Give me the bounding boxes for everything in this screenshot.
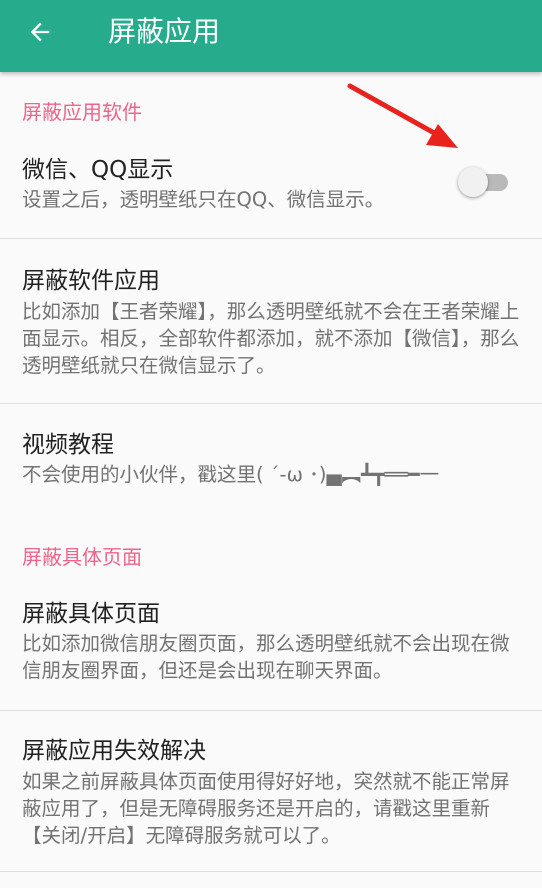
pref-title: 屏蔽应用失效解决 bbox=[22, 738, 206, 764]
page-title: 屏蔽应用 bbox=[108, 15, 221, 48]
pref-summary: 比如添加【王者荣耀】，那么透明壁纸就不会在王者荣耀上面显示。相反，全部软件都添加… bbox=[22, 300, 520, 377]
pref-block-specific-pages[interactable]: 屏蔽具体页面 比如添加微信朋友圈页面，那么透明壁纸就不会出现在微信朋友圈界面，但… bbox=[0, 588, 542, 710]
section-header-block-pages: 屏蔽具体页面 bbox=[22, 545, 142, 569]
pref-title: 视频教程 bbox=[22, 432, 114, 458]
pref-summary: 如果之前屏蔽具体页面使用得好好地，突然就不能正常屏蔽应用了，但是无障碍服务还是开… bbox=[22, 770, 510, 847]
switch-thumb bbox=[458, 167, 488, 197]
pref-summary: 比如添加微信朋友圈页面，那么透明壁纸就不会出现在微信朋友圈界面，但还是会出现在聊… bbox=[22, 632, 510, 682]
section-header-block-apps: 屏蔽应用软件 bbox=[22, 100, 142, 124]
pref-block-failure-fix[interactable]: 屏蔽应用失效解决 如果之前屏蔽具体页面使用得好好地，突然就不能正常屏蔽应用了，但… bbox=[0, 711, 542, 871]
pref-summary: 设置之后，透明壁纸只在QQ、微信显示。 bbox=[22, 188, 385, 211]
back-button[interactable] bbox=[16, 8, 64, 56]
wechat-qq-display-switch[interactable] bbox=[458, 167, 510, 197]
pref-title: 微信、QQ显示 bbox=[22, 157, 174, 183]
pref-video-tutorial[interactable]: 视频教程 不会使用的小伙伴，戳这里( ´-ω ･)▄︻┻┳══━一 bbox=[0, 404, 542, 508]
pref-summary: 不会使用的小伙伴，戳这里( ´-ω ･)▄︻┻┳══━一 bbox=[22, 463, 440, 486]
pref-block-software-apps[interactable]: 屏蔽软件应用 比如添加【王者荣耀】，那么透明壁纸就不会在王者荣耀上面显示。相反，… bbox=[0, 239, 542, 403]
pref-title: 屏蔽具体页面 bbox=[22, 601, 160, 627]
pref-title: 屏蔽软件应用 bbox=[22, 268, 160, 294]
arrow-back-icon bbox=[30, 22, 50, 42]
app-bar: 屏蔽应用 bbox=[0, 0, 542, 72]
divider bbox=[0, 871, 542, 872]
red-arrow-icon bbox=[347, 83, 458, 148]
